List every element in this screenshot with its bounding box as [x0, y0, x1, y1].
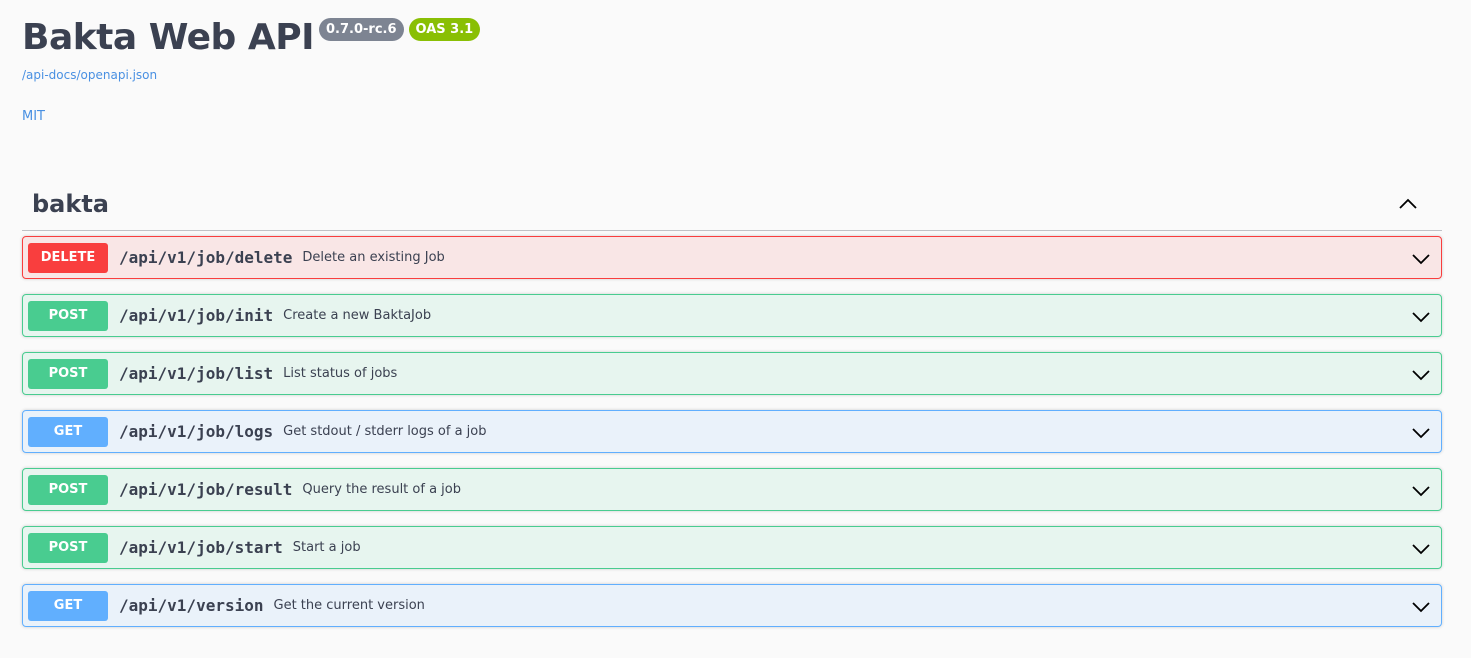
operation-post-job-list[interactable]: POST /api/v1/job/list List status of job… [22, 352, 1442, 395]
api-info: Bakta Web API 0.7.0-rc.6 OAS 3.1 /api-do… [22, 14, 481, 124]
operations-list: DELETE /api/v1/job/delete Delete an exis… [22, 236, 1442, 642]
operation-path: /api/v1/job/delete [119, 248, 293, 267]
chevron-down-icon[interactable] [1411, 365, 1431, 385]
operation-summary: Get stdout / stderr logs of a job [283, 424, 487, 439]
chevron-down-icon[interactable] [1411, 423, 1431, 443]
method-badge: GET [28, 590, 108, 621]
license-link[interactable]: MIT [22, 109, 45, 124]
method-badge: GET [28, 416, 108, 447]
operation-post-job-init[interactable]: POST /api/v1/job/init Create a new Bakta… [22, 294, 1442, 337]
operation-path: /api/v1/job/result [119, 480, 293, 499]
method-badge: DELETE [28, 242, 108, 273]
chevron-down-icon[interactable] [1411, 539, 1431, 559]
tag-name: bakta [32, 190, 110, 218]
operation-path: /api/v1/job/logs [119, 422, 274, 441]
operation-path: /api/v1/job/init [119, 306, 274, 325]
version-badge: 0.7.0-rc.6 [319, 18, 404, 41]
oas-badge: OAS 3.1 [408, 18, 481, 41]
operation-path: /api/v1/version [119, 596, 264, 615]
operation-path: /api/v1/job/list [119, 364, 274, 383]
operation-path: /api/v1/job/start [119, 538, 283, 557]
tag-section-header-bakta[interactable]: bakta [22, 178, 1442, 231]
openapi-json-link[interactable]: /api-docs/openapi.json [22, 68, 157, 82]
chevron-up-icon[interactable] [1398, 194, 1418, 214]
operation-summary: Get the current version [273, 598, 425, 613]
operation-summary: List status of jobs [283, 366, 398, 381]
operation-get-job-logs[interactable]: GET /api/v1/job/logs Get stdout / stderr… [22, 410, 1442, 453]
operation-post-job-start[interactable]: POST /api/v1/job/start Start a job [22, 526, 1442, 569]
operation-summary: Delete an existing Job [302, 250, 445, 265]
chevron-down-icon[interactable] [1411, 481, 1431, 501]
operation-summary: Start a job [292, 540, 361, 555]
chevron-down-icon[interactable] [1411, 307, 1431, 327]
operation-get-version[interactable]: GET /api/v1/version Get the current vers… [22, 584, 1442, 627]
title-row: Bakta Web API 0.7.0-rc.6 OAS 3.1 [22, 14, 481, 62]
method-badge: POST [28, 300, 108, 331]
operation-summary: Query the result of a job [302, 482, 461, 497]
chevron-down-icon[interactable] [1411, 249, 1431, 269]
operation-delete-job-delete[interactable]: DELETE /api/v1/job/delete Delete an exis… [22, 236, 1442, 279]
operation-post-job-result[interactable]: POST /api/v1/job/result Query the result… [22, 468, 1442, 511]
method-badge: POST [28, 358, 108, 389]
page-title: Bakta Web API [22, 17, 315, 58]
method-badge: POST [28, 532, 108, 563]
operation-summary: Create a new BaktaJob [283, 308, 432, 323]
method-badge: POST [28, 474, 108, 505]
chevron-down-icon[interactable] [1411, 597, 1431, 617]
